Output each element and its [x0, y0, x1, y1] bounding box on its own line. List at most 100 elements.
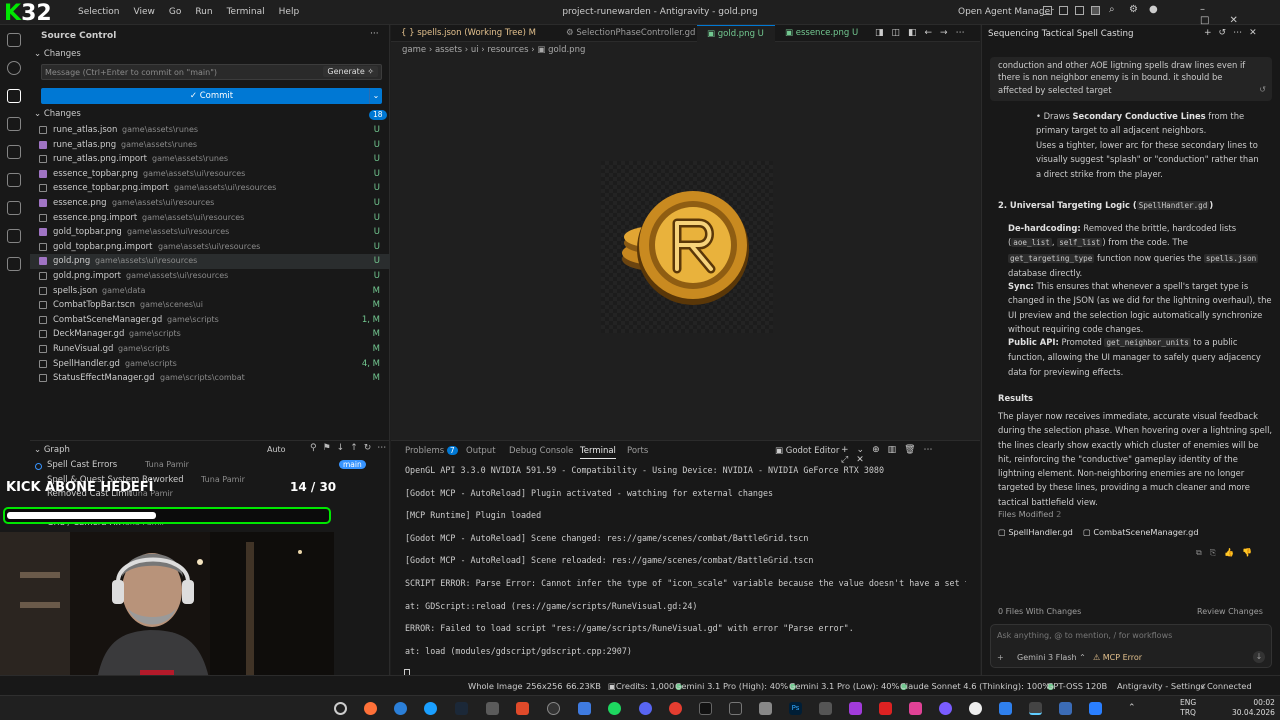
changed-file-row[interactable]: rune_atlas.png game\assets\runes U: [30, 138, 390, 153]
discord-icon[interactable]: [639, 702, 652, 715]
tab-spells-json[interactable]: { } spells.json (Working Tree) M: [391, 25, 556, 42]
changed-file-row[interactable]: essence_topbar.png.import game\assets\ui\…: [30, 181, 390, 196]
open-agent-manager-button[interactable]: Open Agent Manager: [958, 7, 1054, 17]
blender-icon[interactable]: [516, 702, 529, 715]
godot-icon[interactable]: [7, 257, 21, 271]
model-selector[interactable]: Gemini 3 Flash ⌃: [1017, 653, 1086, 662]
changed-file-row[interactable]: rune_atlas.png.import game\assets\runes U: [30, 152, 390, 167]
status-settings[interactable]: Antigravity - Settings: [1117, 676, 1205, 696]
commit-dropdown-chevron-icon[interactable]: ⌄: [369, 88, 382, 104]
tab-debug-console[interactable]: Debug Console: [509, 446, 573, 456]
source-control-icon[interactable]: [7, 89, 21, 103]
changed-file-row[interactable]: rune_atlas.json game\assets\runes U: [30, 123, 390, 138]
changed-file-row[interactable]: essence.png game\assets\ui\resources U: [30, 196, 390, 211]
changed-file-row[interactable]: StatusEffectManager.gd game\scripts\comba…: [30, 371, 390, 386]
terminal-selector[interactable]: ▣ Godot Editor: [775, 446, 839, 456]
steam-icon[interactable]: [455, 702, 468, 715]
tab-selection-phase-controller[interactable]: ⚙ SelectionPhaseController.gd: [556, 25, 697, 42]
secondary-sidebar-icon[interactable]: [1091, 6, 1100, 15]
message-feedback-icons[interactable]: ⧉⎘👍👎: [1196, 548, 1260, 558]
photoshop-icon[interactable]: Ps: [789, 702, 802, 715]
changed-file-row[interactable]: spells.json game\data M: [30, 284, 390, 299]
changed-file-row[interactable]: DeckManager.gd game\scripts M: [30, 327, 390, 342]
app11-icon[interactable]: [1089, 702, 1102, 715]
notepad-icon[interactable]: [729, 702, 742, 715]
tab-ports[interactable]: Ports: [627, 446, 648, 456]
app-icon[interactable]: [424, 702, 437, 715]
generate-button[interactable]: Generate ✧: [323, 66, 378, 77]
changed-file-row[interactable]: gold_topbar.png.import game\assets\ui\res…: [30, 240, 390, 255]
revert-icon[interactable]: ↺: [1259, 85, 1266, 94]
changes-group-header[interactable]: ⌄ Changes: [34, 109, 81, 119]
layout-icon[interactable]: [1043, 6, 1052, 15]
sidebar-toggle-icon[interactable]: [1059, 6, 1068, 15]
spotify-icon[interactable]: [608, 702, 621, 715]
extensions-icon[interactable]: [7, 173, 21, 187]
status-connected[interactable]: ✓ Connected: [1200, 676, 1252, 696]
changes-section-header[interactable]: ⌄ Changes: [34, 49, 81, 59]
changed-file-row[interactable]: essence_topbar.png game\assets\ui\resourc…: [30, 167, 390, 182]
vscode-icon[interactable]: [578, 702, 591, 715]
modified-file-spellhandler[interactable]: ▢ SpellHandler.gd: [998, 527, 1073, 537]
terminal-output[interactable]: OpenGL API 3.3.0 NVIDIA 591.59 - Compati…: [391, 463, 966, 673]
commit-message-input[interactable]: Message (Ctrl+Enter to commit on "main")…: [41, 64, 382, 80]
firefox-icon[interactable]: [364, 702, 377, 715]
chat-header-actions[interactable]: +↺⋯✕: [1204, 28, 1264, 38]
search-icon[interactable]: ⌕: [1109, 4, 1115, 15]
panel-toggle-icon[interactable]: [1075, 6, 1084, 15]
changed-file-row[interactable]: CombatTopBar.tscn game\scenes\ui M: [30, 298, 390, 313]
tab-problems[interactable]: Problems 7: [405, 446, 458, 456]
app5-icon[interactable]: [879, 702, 892, 715]
app8-icon[interactable]: [969, 702, 982, 715]
obs-icon[interactable]: [547, 702, 560, 715]
app6-icon[interactable]: [909, 702, 922, 715]
app2-icon[interactable]: [759, 702, 772, 715]
menu-go[interactable]: Go: [169, 7, 181, 17]
clock[interactable]: 00:02 30.04.2026: [1232, 698, 1275, 718]
chat-input-box[interactable]: Ask anything, @ to mention, / for workfl…: [990, 624, 1272, 668]
explorer-icon[interactable]: [7, 33, 21, 47]
changed-file-row[interactable]: gold.png game\assets\ui\resources U: [30, 254, 390, 269]
unity-icon[interactable]: [486, 702, 499, 715]
review-changes-button[interactable]: Review Changes: [1197, 607, 1263, 616]
remote-icon[interactable]: [7, 145, 21, 159]
status-view-mode[interactable]: Whole Image: [468, 676, 523, 696]
microphone-icon[interactable]: ↓: [1253, 651, 1265, 663]
graph-section-header[interactable]: ⌄ Graph: [34, 445, 70, 455]
search-view-icon[interactable]: [7, 61, 21, 75]
graph-item[interactable]: Spell Cast Errors Tuna Pamir main: [35, 460, 385, 475]
status-credits[interactable]: ▣ Credits: 1,000: [608, 676, 674, 696]
menu-terminal[interactable]: Terminal: [227, 7, 265, 17]
tab-gold-png[interactable]: ▣ gold.png U: [697, 25, 775, 42]
add-context-icon[interactable]: +: [997, 653, 1004, 662]
changed-file-row[interactable]: gold.png.import game\assets\ui\resources U: [30, 269, 390, 284]
changed-file-row[interactable]: CombatSceneManager.gd game\scripts 1, M: [30, 313, 390, 328]
menu-selection[interactable]: Selection: [78, 7, 119, 17]
changed-file-row[interactable]: SpellHandler.gd game\scripts 4, M: [30, 357, 390, 372]
editor-actions[interactable]: ◨◫◧←→⋯: [875, 28, 973, 38]
gear-icon[interactable]: ⚙: [1129, 4, 1138, 15]
tab-terminal[interactable]: Terminal: [580, 446, 616, 459]
changed-file-row[interactable]: RuneVisual.gd game\scripts M: [30, 342, 390, 357]
panel-actions[interactable]: +⌄⊕▥🗑⋯ ⤢✕: [841, 445, 980, 465]
graph-toolbar-icons[interactable]: ⚲⚑↓↑↻⋯: [310, 443, 392, 453]
run-debug-icon[interactable]: [7, 117, 21, 131]
system-tray-chevron-icon[interactable]: ⌃: [1128, 703, 1136, 713]
app10-icon[interactable]: [1059, 702, 1072, 715]
testing-icon[interactable]: [7, 201, 21, 215]
agent-icon[interactable]: [7, 229, 21, 243]
more-actions-icon[interactable]: ···: [370, 29, 379, 39]
menu-view[interactable]: View: [133, 7, 154, 17]
mcp-error-indicator[interactable]: ⚠ MCP Error: [1093, 653, 1142, 662]
menu-run[interactable]: Run: [195, 7, 212, 17]
window-controls[interactable]: –□✕: [1200, 4, 1280, 26]
terminal-icon[interactable]: [699, 702, 712, 715]
commit-button[interactable]: ✓ Commit: [41, 88, 382, 104]
start-icon[interactable]: [334, 702, 347, 715]
tab-essence-png[interactable]: ▣ essence.png U: [775, 25, 870, 42]
account-icon[interactable]: ●: [1149, 4, 1158, 15]
menu-help[interactable]: Help: [279, 7, 300, 17]
app3-icon[interactable]: [819, 702, 832, 715]
app7-icon[interactable]: [939, 702, 952, 715]
antigravity-icon[interactable]: [1029, 702, 1042, 715]
